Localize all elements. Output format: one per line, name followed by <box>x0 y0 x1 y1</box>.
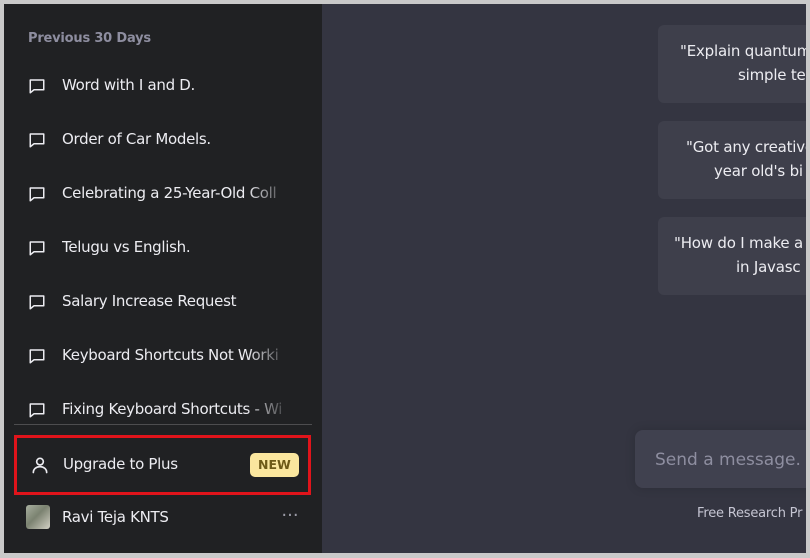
example-prompt-card[interactable]: "Explain quantum simple te <box>658 25 806 103</box>
conversation-title: Fixing Keyboard Shortcuts - Wi <box>62 400 283 418</box>
chat-bubble-icon <box>29 241 45 256</box>
conversation-title: Telugu vs English. <box>62 238 191 256</box>
conversation-title: Word with I and D. <box>62 76 196 94</box>
conversation-item[interactable]: Keyboard Shortcuts Not Worki <box>14 336 312 376</box>
example-prompt-card[interactable]: "Got any creative year old's bi <box>658 121 806 199</box>
upgrade-to-plus-button[interactable]: Upgrade to Plus NEW <box>14 435 311 495</box>
avatar <box>26 505 50 529</box>
more-options-icon[interactable]: ··· <box>278 506 302 526</box>
example-prompt-card[interactable]: "How do I make a in Javasc <box>658 217 806 295</box>
conversation-title: Celebrating a 25-Year-Old Coll <box>62 184 277 202</box>
chat-bubble-icon <box>29 295 45 310</box>
chat-bubble-icon <box>29 133 45 148</box>
chat-bubble-icon <box>29 403 45 418</box>
example-prompt-line: "How do I make a <box>674 234 803 252</box>
conversation-title: Salary Increase Request <box>62 292 237 310</box>
example-prompt-line: "Got any creative <box>686 138 806 156</box>
conversation-item[interactable]: Order of Car Models. <box>14 120 312 160</box>
chat-bubble-icon <box>29 187 45 202</box>
conversation-item[interactable]: Telugu vs English. <box>14 228 312 268</box>
account-name: Ravi Teja KNTS <box>62 508 169 526</box>
example-prompt-line: in Javasc <box>736 258 801 276</box>
example-prompt-line: year old's bi <box>714 162 803 180</box>
user-icon <box>32 457 48 474</box>
new-badge: NEW <box>250 453 299 477</box>
conversation-item[interactable]: Celebrating a 25-Year-Old Coll <box>14 174 312 214</box>
chat-bubble-icon <box>29 79 45 94</box>
message-composer <box>635 430 806 488</box>
conversation-title: Order of Car Models. <box>62 130 211 148</box>
conversation-item[interactable]: Salary Increase Request <box>14 282 312 322</box>
footer-note: Free Research Pr <box>697 506 803 521</box>
conversation-item[interactable]: Word with I and D. <box>14 66 312 106</box>
example-prompt-line: "Explain quantum <box>680 42 806 60</box>
chat-bubble-icon <box>29 349 45 364</box>
sidebar-divider <box>14 424 312 425</box>
sidebar: Previous 30 Days Word with I and D. Orde… <box>4 4 322 553</box>
message-input[interactable] <box>653 446 806 474</box>
upgrade-label: Upgrade to Plus <box>63 455 178 473</box>
example-prompt-line: simple te <box>738 66 806 84</box>
section-label-previous-30-days: Previous 30 Days <box>28 31 151 46</box>
conversation-title: Keyboard Shortcuts Not Worki <box>62 346 279 364</box>
account-menu[interactable]: Ravi Teja KNTS ··· <box>14 496 312 540</box>
app-window: Previous 30 Days Word with I and D. Orde… <box>4 4 806 553</box>
